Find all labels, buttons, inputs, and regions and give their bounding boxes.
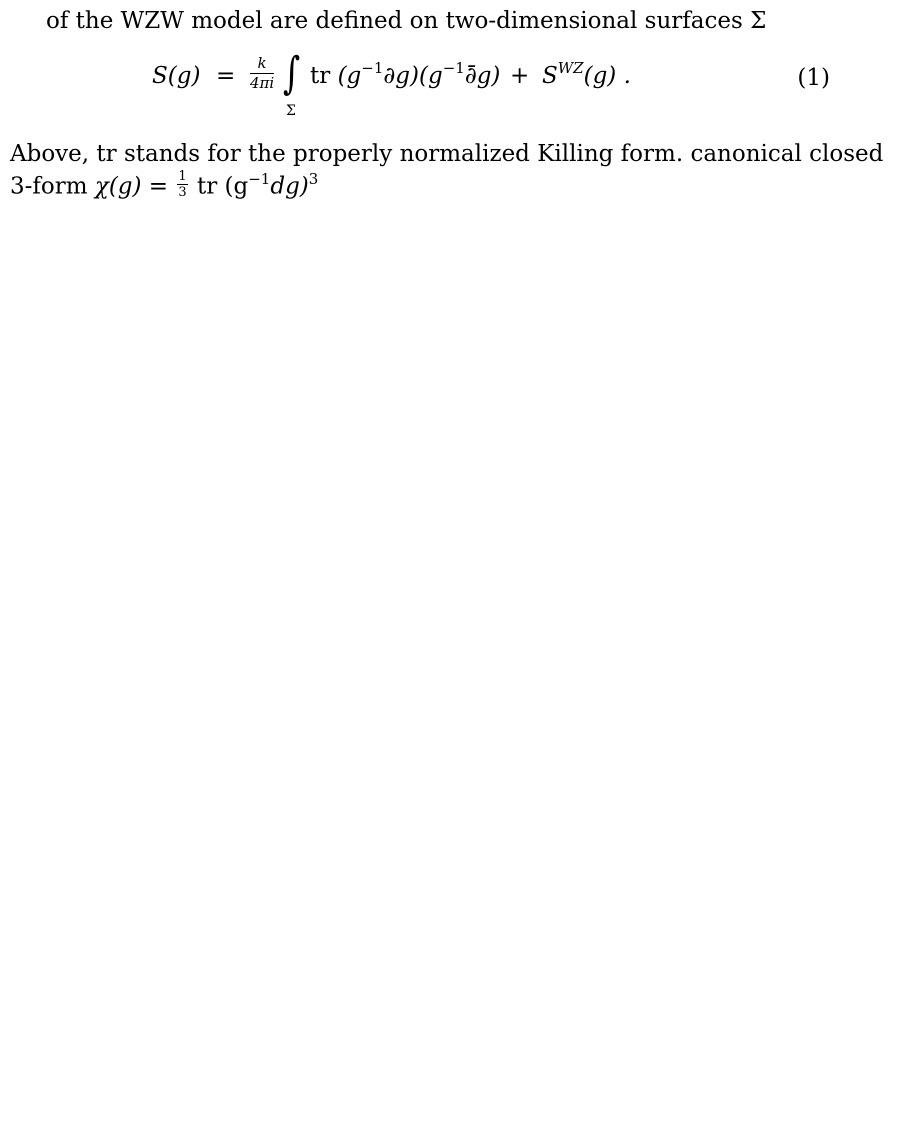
- paper-page: of the WZW model are defined on two-dime…: [0, 0, 923, 1139]
- integrand-sup-2: −1: [442, 59, 465, 77]
- three-form-label: 3-form: [10, 173, 95, 200]
- chi-expression: χ(g) =: [94, 173, 176, 200]
- intro-text-line: of the WZW model are defined on two-dime…: [46, 10, 766, 33]
- equation-equals: =: [216, 63, 236, 89]
- wz-superscript: WZ: [557, 59, 584, 77]
- chi-sup-a: −1: [248, 169, 271, 188]
- intro-text: of the WZW model are defined on two-dime…: [46, 8, 751, 34]
- fraction-denominator: 4πi: [250, 74, 275, 92]
- chi-sup-b: 3: [308, 169, 319, 188]
- wz-argument: (g) .: [583, 63, 631, 89]
- one-third-fraction: 13: [177, 169, 188, 200]
- equation-fraction: k 4πi: [250, 54, 275, 92]
- wz-term: SWZ(g) .: [542, 61, 631, 89]
- integrand-part-2: ∂g)(g: [383, 63, 443, 89]
- equation-number: (1): [797, 65, 830, 91]
- integrand-part-3: ∂̄g): [464, 63, 501, 89]
- sigma-symbol: Σ: [750, 8, 767, 34]
- chi-dg: dg): [270, 173, 309, 200]
- trace-operator: tr: [310, 63, 331, 89]
- fraction-numerator: k: [257, 54, 267, 72]
- equation-1: S(g) = k 4πi ∫ Σ tr (g−1∂g)(g−1∂̄g) + SW…: [150, 52, 830, 130]
- chi-trace: tr (g: [189, 173, 249, 200]
- equation-lhs: S(g): [152, 63, 201, 89]
- paragraph-line-1: Above, tr stands for the properly normal…: [10, 141, 884, 167]
- equation-plus: +: [510, 63, 530, 89]
- integrand-sup-1: −1: [361, 59, 384, 77]
- integral-sign: ∫: [283, 48, 301, 99]
- one-third-denominator: 3: [178, 185, 187, 200]
- wz-symbol: S: [542, 63, 558, 89]
- one-third-numerator: 1: [178, 169, 187, 184]
- integrand: tr (g−1∂g)(g−1∂̄g): [310, 61, 501, 89]
- integral-domain: Σ: [286, 103, 296, 119]
- paragraph-line-2: 3-form χ(g) = 13 tr (g−1dg)3: [10, 169, 319, 202]
- integrand-part-1: (g: [337, 63, 362, 89]
